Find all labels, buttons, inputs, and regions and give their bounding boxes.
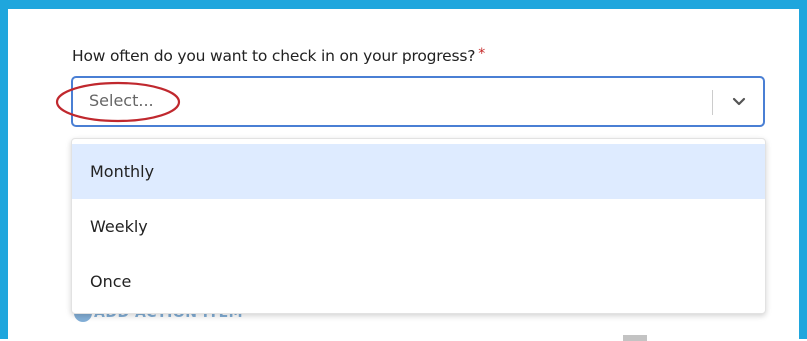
select-divider: [712, 90, 713, 115]
select-placeholder: Select...: [89, 91, 154, 110]
question-label: How often do you want to check in on you…: [72, 46, 486, 65]
chevron-down-icon[interactable]: [729, 91, 749, 111]
option-weekly[interactable]: Weekly: [72, 199, 765, 254]
question-text: How often do you want to check in on you…: [72, 47, 476, 65]
page-frame: ADD ACTION ITEM How often do you want to…: [0, 0, 807, 341]
background-element: [623, 335, 647, 341]
required-indicator: *: [478, 46, 486, 62]
dropdown-menu: Monthly Weekly Once: [71, 138, 766, 314]
frequency-select[interactable]: Select...: [71, 76, 765, 127]
option-monthly[interactable]: Monthly: [72, 144, 765, 199]
option-once[interactable]: Once: [72, 254, 765, 309]
